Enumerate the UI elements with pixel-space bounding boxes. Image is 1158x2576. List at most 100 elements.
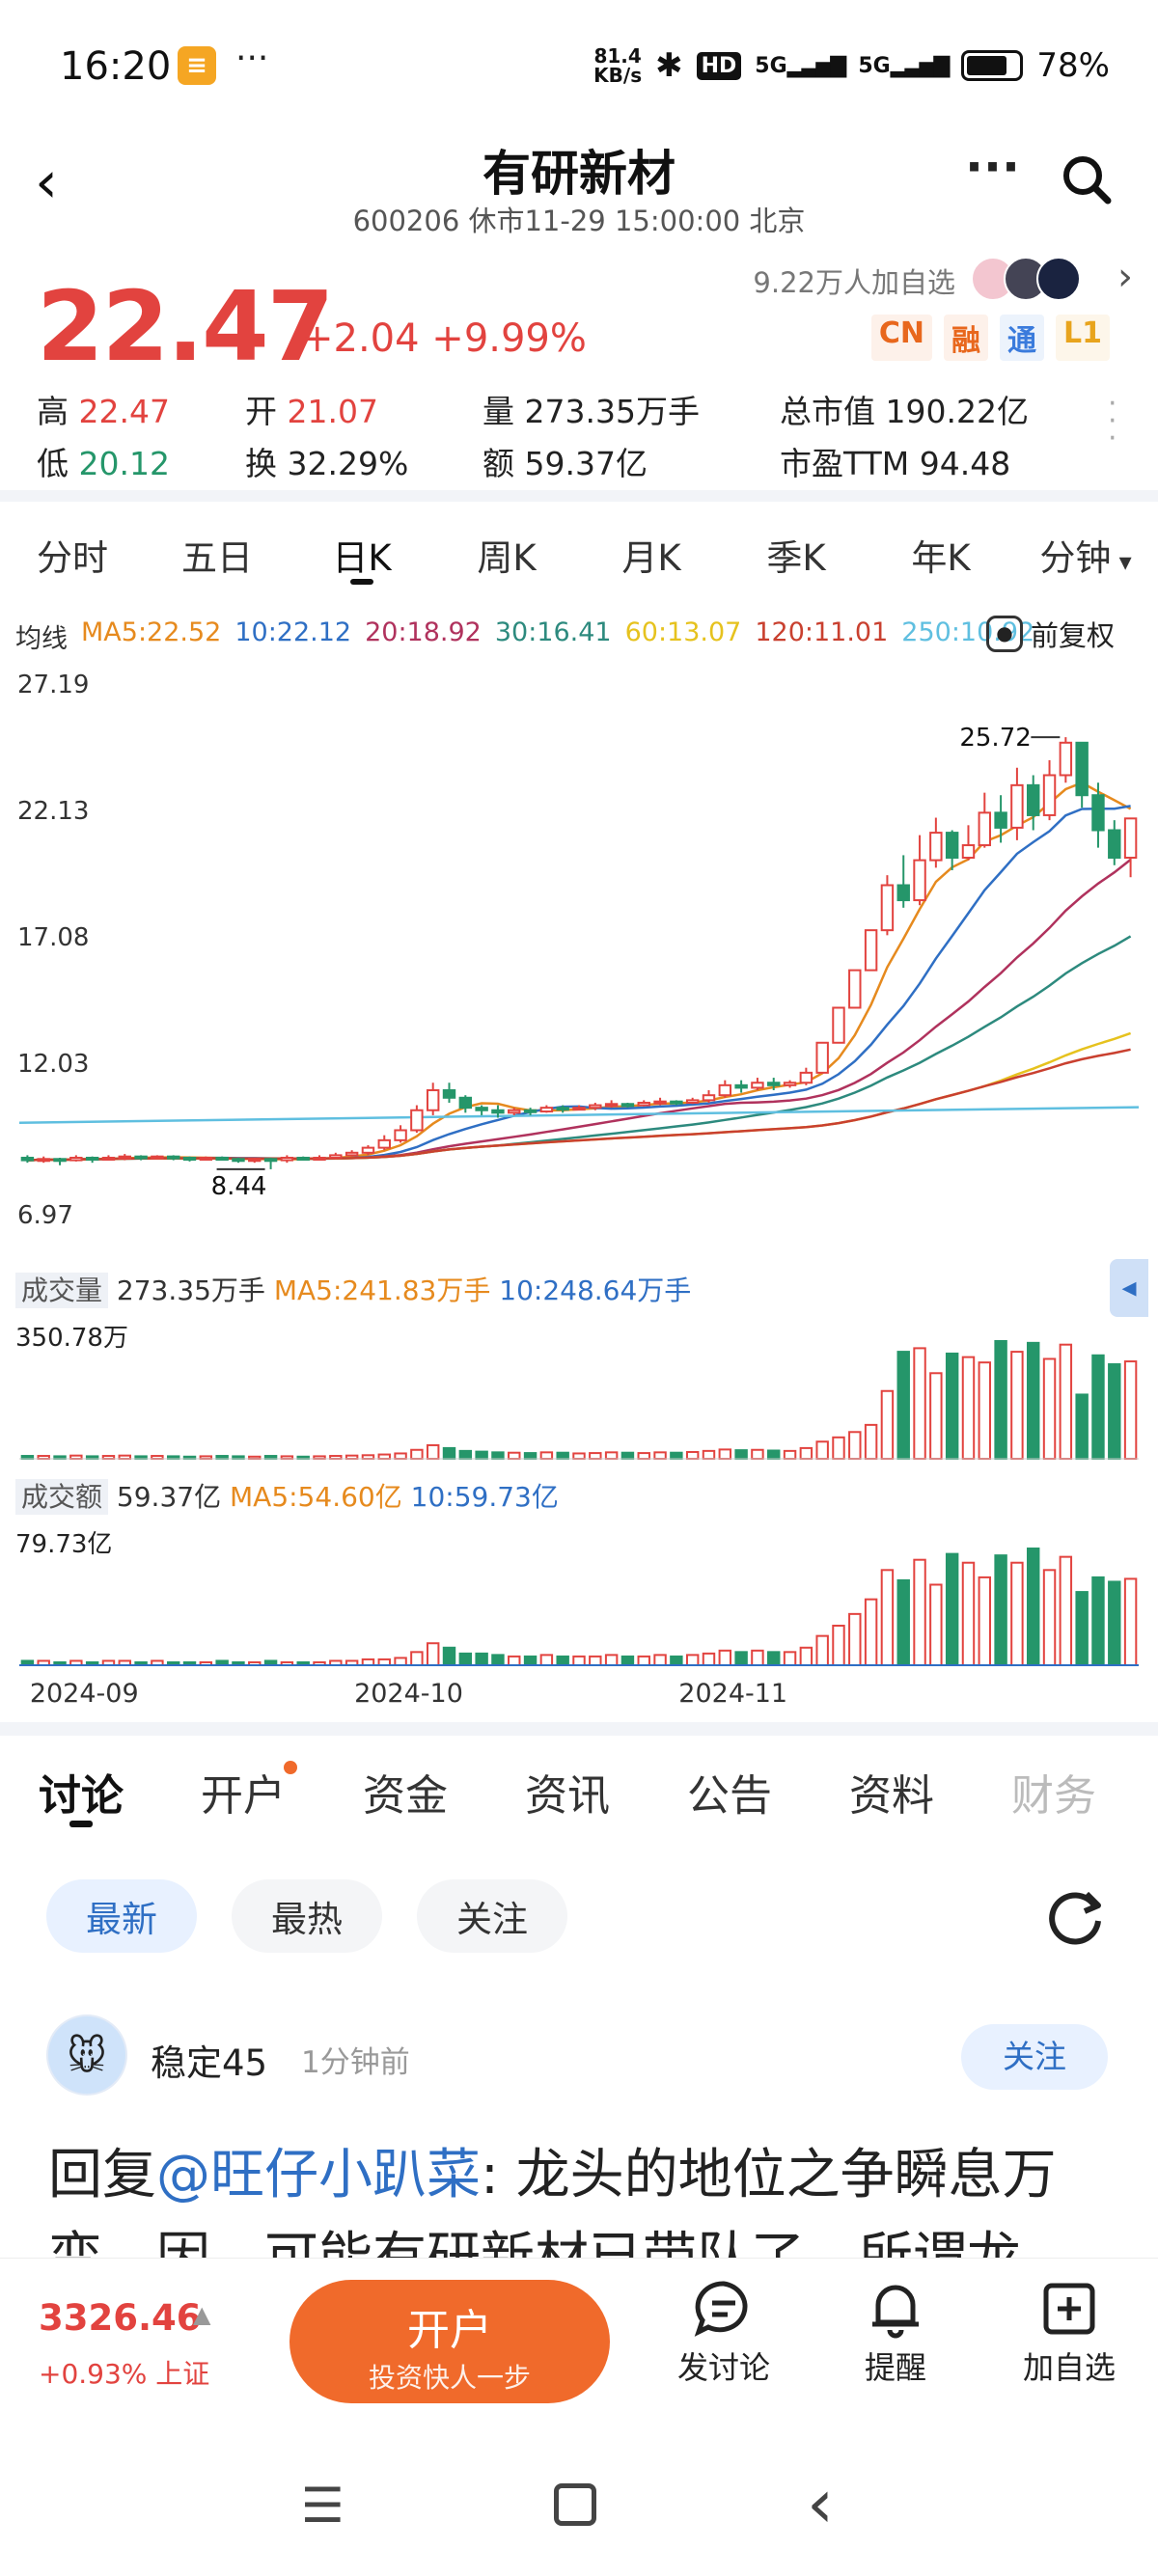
volume-bar	[913, 1347, 926, 1460]
candle-body	[929, 832, 943, 862]
amount-bar	[475, 1652, 488, 1666]
volume-bar	[377, 1453, 391, 1461]
section-tab[interactable]: 财务	[973, 1761, 1135, 1822]
volume-bar	[1091, 1354, 1105, 1461]
volume-bar	[945, 1352, 959, 1460]
volume-bar	[1075, 1393, 1089, 1460]
open-account-button[interactable]: 开户 投资快人一步	[290, 2280, 610, 2403]
divider	[0, 490, 1158, 502]
status-right: 81.4 KB/s ✱ HD 5G▂▃▅▇ 5G▂▃▅▇ 78%	[593, 46, 1110, 85]
tab-period[interactable]: 年K	[868, 529, 1013, 581]
tab-period[interactable]: 五日	[145, 529, 290, 581]
candle-body	[232, 1158, 245, 1163]
volume-bar	[361, 1454, 375, 1461]
candle-body	[296, 1156, 310, 1161]
search-icon[interactable]	[1060, 152, 1112, 205]
ma-legend-label: 均线	[15, 624, 68, 654]
volume-bar	[426, 1443, 440, 1461]
filter-hot[interactable]: 最热	[232, 1879, 382, 1953]
watcher-avatars[interactable]	[971, 257, 1081, 301]
amount-bar	[620, 1655, 635, 1667]
avatar[interactable]: 🐭	[46, 2014, 127, 2096]
amount-bar	[442, 1646, 456, 1666]
refresh-icon[interactable]	[1044, 1886, 1106, 1952]
candle-body	[832, 1006, 845, 1044]
amount-bar	[653, 1654, 667, 1667]
add-watchlist-icon	[1043, 2283, 1095, 2335]
candle-body	[978, 811, 992, 847]
post-text[interactable]: 回复@旺仔小趴菜: 龙头的地位之争瞬息万变，因，可能有研新材已带队了，所谓龙	[48, 2134, 1119, 2258]
amount-bar	[978, 1576, 992, 1666]
candle-body	[556, 1107, 569, 1111]
stock-badge[interactable]: 通	[1000, 315, 1044, 361]
section-tab[interactable]: 资料	[811, 1761, 973, 1822]
tab-period[interactable]: 月K	[579, 529, 724, 581]
vertical-more-icon[interactable]: · · ·	[1108, 390, 1117, 453]
index-up-icon: ▲	[193, 2301, 211, 2328]
tab-period[interactable]: 分时	[0, 529, 145, 581]
section-tab[interactable]: 资讯	[486, 1761, 648, 1822]
more-notifications-icon: ···	[235, 39, 269, 78]
tab-period[interactable]: 季K	[724, 529, 868, 581]
candle-body	[101, 1156, 116, 1161]
amount-bar	[799, 1646, 813, 1666]
alert-button[interactable]: 提醒	[838, 2278, 953, 2388]
add-watchlist-button[interactable]: 加自选	[1011, 2278, 1127, 2388]
index-value[interactable]: 3326.46	[39, 2297, 202, 2339]
side-collapse-icon[interactable]: ◂	[1110, 1259, 1148, 1317]
mention-link[interactable]: @旺仔小趴菜	[156, 2144, 481, 2206]
stock-badge[interactable]: 融	[944, 315, 988, 361]
section-tab[interactable]: 公告	[648, 1761, 811, 1822]
kline-chart[interactable]: 27.19 22.13 17.08 12.03 6.97 25.72 8.44 2024-09…	[0, 666, 1158, 1727]
stock-badge[interactable]: L1	[1056, 315, 1110, 361]
stock-badge[interactable]: CN	[870, 315, 932, 361]
x-tick-label: 2024-11	[678, 1679, 787, 1709]
volume-bar	[572, 1452, 586, 1460]
tab-period[interactable]: 日K	[290, 529, 434, 585]
volume-bar	[751, 1448, 764, 1460]
amount-bar	[751, 1649, 764, 1666]
tab-period[interactable]: 周K	[434, 529, 579, 581]
candle-body	[799, 1071, 813, 1084]
amount-bar	[508, 1655, 521, 1667]
candle-body	[313, 1156, 326, 1161]
more-icon[interactable]: ···	[965, 139, 1020, 195]
candle-body	[1123, 817, 1138, 860]
filter-following[interactable]: 关注	[417, 1879, 567, 1953]
candle-body	[20, 1156, 35, 1162]
section-tab[interactable]: 开户	[162, 1761, 324, 1822]
amount-bar	[539, 1654, 554, 1667]
ma-legend-item: 60:13.07	[624, 617, 742, 647]
post-time: 1分钟前	[301, 2045, 410, 2080]
back-nav-icon[interactable]: ‹	[807, 2464, 834, 2543]
volume-legend: 成交量 273.35万手 MA5:241.83万手 10:248.64万手	[15, 1270, 691, 1308]
price-change: +2.04 +9.99%	[301, 316, 587, 361]
chevron-right-icon[interactable]: ›	[1117, 255, 1133, 299]
candle-body	[1091, 794, 1105, 832]
post-username[interactable]: 稳定45	[151, 2034, 267, 2086]
status-bar: 16:20 ≡ ··· 81.4 KB/s ✱ HD 5G▂▃▅▇ 5G▂▃▅▇ …	[0, 0, 1158, 135]
section-tabs: 讨论 开户 资金 资讯 公告 资料 财务	[0, 1761, 1158, 1827]
adjust-toggle[interactable]: ● 前复权	[986, 614, 1115, 654]
amount-bar	[410, 1651, 424, 1666]
section-tab[interactable]: 资金	[324, 1761, 486, 1822]
amount-bar	[864, 1598, 878, 1666]
candle-body	[442, 1089, 456, 1099]
follow-button[interactable]: 关注	[961, 2024, 1108, 2090]
candle-body	[1010, 783, 1024, 829]
volume-bar	[734, 1449, 748, 1460]
candle-body	[1042, 774, 1057, 816]
volume-bar	[961, 1356, 976, 1460]
post-discussion-button[interactable]: 发讨论	[666, 2278, 782, 2388]
section-tab[interactable]: 讨论	[0, 1761, 162, 1827]
menu-icon[interactable]: ☰	[301, 2478, 345, 2534]
active-tab-indicator	[350, 579, 373, 585]
volume-bar	[864, 1423, 878, 1460]
filter-latest[interactable]: 最新	[46, 1879, 197, 1953]
volume-bar	[896, 1351, 910, 1460]
stock-badges: CN 融通 L1	[870, 315, 1110, 361]
home-icon[interactable]	[554, 2483, 596, 2526]
tab-period[interactable]: 分钟 ▾	[1013, 529, 1158, 581]
amount-bar	[1108, 1580, 1121, 1667]
volume-bar	[458, 1449, 473, 1460]
